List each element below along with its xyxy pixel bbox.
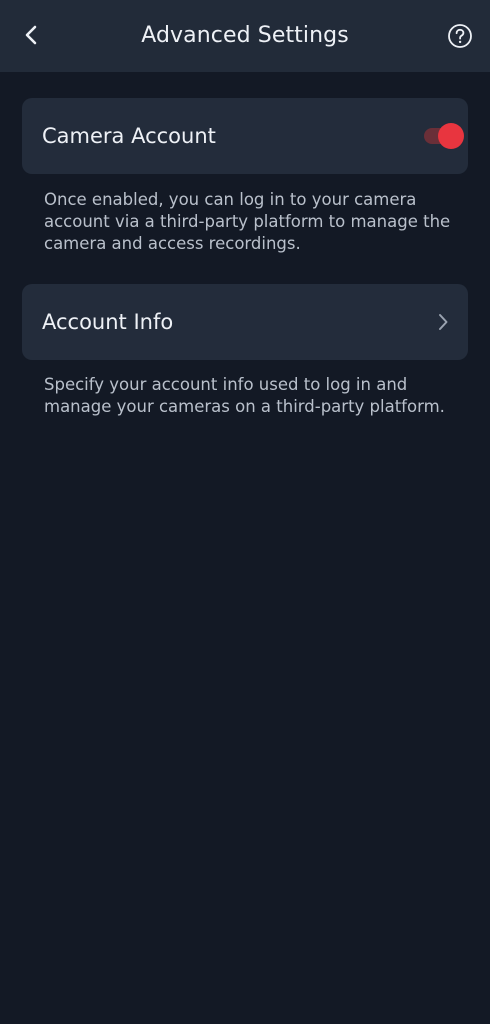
page-title: Advanced Settings xyxy=(141,23,349,48)
account-info-label: Account Info xyxy=(42,310,174,334)
toggle-knob xyxy=(438,123,464,149)
camera-account-toggle[interactable] xyxy=(424,123,464,149)
top-app-bar: Advanced Settings xyxy=(0,0,490,72)
camera-account-label: Camera Account xyxy=(42,124,216,148)
help-button[interactable] xyxy=(447,23,473,49)
account-info-row[interactable]: Account Info xyxy=(22,284,468,360)
camera-account-row[interactable]: Camera Account xyxy=(22,98,468,174)
help-icon xyxy=(448,24,472,48)
camera-account-description: Once enabled, you can log in to your cam… xyxy=(44,190,451,253)
account-info-description: Specify your account info used to log in… xyxy=(44,375,445,416)
chevron-right-icon xyxy=(436,312,450,332)
